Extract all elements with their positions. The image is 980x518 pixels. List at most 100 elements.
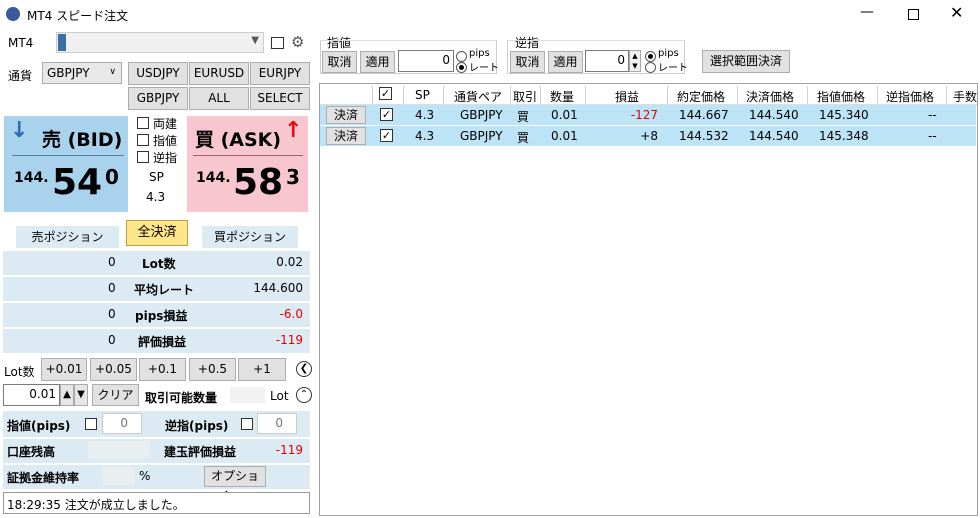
currency-select[interactable]: GBPJPY ∨	[42, 62, 122, 84]
row-close-button[interactable]: 決済	[326, 106, 366, 124]
row-select-checkbox[interactable]: ✓	[380, 108, 393, 121]
status-bar: 18:29:35 注文が成立しました。	[3, 492, 310, 514]
col-pl[interactable]: 損益	[615, 88, 639, 105]
header-select-all-checkbox[interactable]: ✓	[379, 87, 392, 100]
gear-icon[interactable]: ⚙	[291, 33, 304, 51]
limit-apply-button[interactable]: 適用	[360, 51, 395, 73]
lot-unit: Lot	[270, 389, 289, 403]
limit-pips-checkbox[interactable]	[85, 418, 97, 430]
limit-rate-radio[interactable]	[456, 62, 467, 73]
row-select-checkbox[interactable]: ✓	[380, 129, 393, 142]
stop-pips-input[interactable]: 0	[257, 413, 297, 434]
col-limit-price[interactable]: 指値価格	[817, 88, 865, 105]
limit-cancel-button[interactable]: 取消	[322, 51, 357, 73]
pair-select-button[interactable]: SELECT	[250, 87, 310, 110]
col-close-price[interactable]: 決済価格	[746, 88, 794, 105]
lot-down-arrow-icon[interactable]: ▼	[74, 384, 88, 406]
row-sp: 4.3	[415, 108, 435, 122]
col-stop-price[interactable]: 逆指価格	[886, 88, 934, 105]
buy-position-tab[interactable]: 買ポジション	[202, 226, 298, 248]
col-sp[interactable]: SP	[415, 88, 430, 102]
close-selected-button[interactable]: 選択範囲決済	[702, 50, 790, 73]
bid-label: 売 (BID)	[42, 129, 123, 151]
buy-pips-value: -6.0	[279, 307, 303, 321]
col-divider	[540, 86, 541, 104]
row-close-button[interactable]: 決済	[326, 127, 366, 145]
chevron-up-icon[interactable]: ⌃	[296, 387, 312, 403]
col-divider	[877, 86, 878, 104]
arrow-up-icon: ↑	[284, 118, 303, 143]
positions-table	[319, 83, 978, 516]
sell-valuation-value: 0	[108, 333, 116, 347]
lot-quantity-input[interactable]: 0.01	[3, 384, 60, 406]
bid-panel[interactable]: ↓ 売 (BID) 144. 54 0	[4, 116, 128, 212]
stop-spin-icon[interactable]: ▲ ▼	[629, 50, 641, 72]
lot-plus-005-button[interactable]: +0.05	[90, 358, 137, 381]
lot-plus-01-button[interactable]: +0.1	[139, 358, 186, 381]
col-divider	[737, 86, 738, 104]
col-fee[interactable]: 手数	[953, 88, 977, 105]
col-divider	[585, 86, 586, 104]
close-all-button[interactable]: 全決済	[126, 220, 188, 246]
ryodate-checkbox[interactable]	[137, 117, 149, 129]
window-toggle-icon[interactable]	[271, 37, 284, 49]
stop-pips-radio[interactable]	[645, 51, 656, 62]
sell-position-tab[interactable]: 売ポジション	[16, 226, 119, 248]
row-close-price: 144.540	[749, 129, 799, 143]
stop-value-input[interactable]: 0	[585, 50, 629, 72]
currency-label: 通貨	[8, 69, 33, 83]
col-qty[interactable]: 数量	[550, 88, 574, 105]
sashine-checkbox[interactable]	[137, 134, 149, 146]
close-icon[interactable]: ✕	[950, 3, 963, 22]
lot-clear-button[interactable]: クリア	[92, 384, 139, 406]
lot-plus-1-button[interactable]: +1	[238, 358, 286, 381]
col-side[interactable]: 取引	[513, 88, 537, 105]
limit-pips-input[interactable]: 0	[102, 413, 142, 434]
row-open-price: 144.532	[679, 129, 729, 143]
pair-eurjpy-button[interactable]: EURJPY	[250, 62, 310, 85]
row-stop-price: --	[928, 129, 937, 143]
balance-row: 口座残高 建玉評価損益 -119	[3, 439, 310, 463]
col-open-price[interactable]: 約定価格	[677, 88, 725, 105]
row-side: 買	[517, 131, 530, 145]
pair-usdjpy-button[interactable]: USDJPY	[128, 62, 188, 85]
arrow-down-icon: ↓	[10, 118, 29, 143]
options-button[interactable]: オプション...	[204, 466, 266, 502]
available-quantity-value-masked	[230, 387, 265, 403]
limit-value-input[interactable]: 0	[398, 50, 454, 72]
row-limit-price: 145.340	[819, 108, 869, 122]
table-row[interactable]: 決済 ✓ 4.3 GBPJPY 買 0.01 +8 144.532 144.54…	[320, 126, 976, 146]
gyakusashi-checkbox[interactable]	[137, 151, 149, 163]
chevron-left-icon[interactable]: ❮	[296, 361, 312, 377]
balance-value-masked	[88, 441, 150, 459]
bid-price-main: 54	[52, 162, 103, 203]
maximize-icon[interactable]	[908, 9, 919, 20]
account-select[interactable]: ▼	[56, 32, 264, 53]
pair-all-button[interactable]: ALL	[189, 87, 249, 110]
table-row[interactable]: 決済 ✓ 4.3 GBPJPY 買 0.01 -127 144.667 144.…	[320, 105, 976, 125]
valuation-pl-label: 評価損益	[138, 335, 187, 349]
lot-label: Lot数	[4, 365, 35, 379]
open-pl-label: 建玉評価損益	[164, 445, 237, 459]
col-pair[interactable]: 通貨ペア	[454, 88, 502, 105]
limit-pips-radio[interactable]	[456, 51, 467, 62]
col-divider	[946, 86, 947, 104]
row-open-price: 144.667	[679, 108, 729, 122]
title-bar: MT4 スピード注文 — ✕	[0, 0, 980, 30]
minimize-icon[interactable]: —	[860, 4, 874, 20]
lot-plus-001-button[interactable]: +0.01	[41, 358, 87, 381]
lot-up-arrow-icon[interactable]: ▲	[60, 384, 74, 406]
stop-rate-radio[interactable]	[645, 62, 656, 73]
limit-rate-radio-label: レート	[469, 63, 499, 74]
stop-cancel-button[interactable]: 取消	[510, 51, 545, 73]
ask-panel[interactable]: 買 (ASK) ↑ 144. 58 3	[187, 116, 308, 212]
col-divider	[807, 86, 808, 104]
pair-eurusd-button[interactable]: EURUSD	[189, 62, 249, 85]
row-close-price: 144.540	[749, 108, 799, 122]
ask-price-prefix: 144.	[196, 170, 231, 186]
stop-pips-checkbox[interactable]	[241, 418, 253, 430]
lot-plus-05-button[interactable]: +0.5	[189, 358, 236, 381]
stop-apply-button[interactable]: 適用	[548, 51, 583, 73]
pair-gbpjpy-button[interactable]: GBPJPY	[128, 87, 188, 110]
sp-label: SP	[149, 170, 164, 184]
